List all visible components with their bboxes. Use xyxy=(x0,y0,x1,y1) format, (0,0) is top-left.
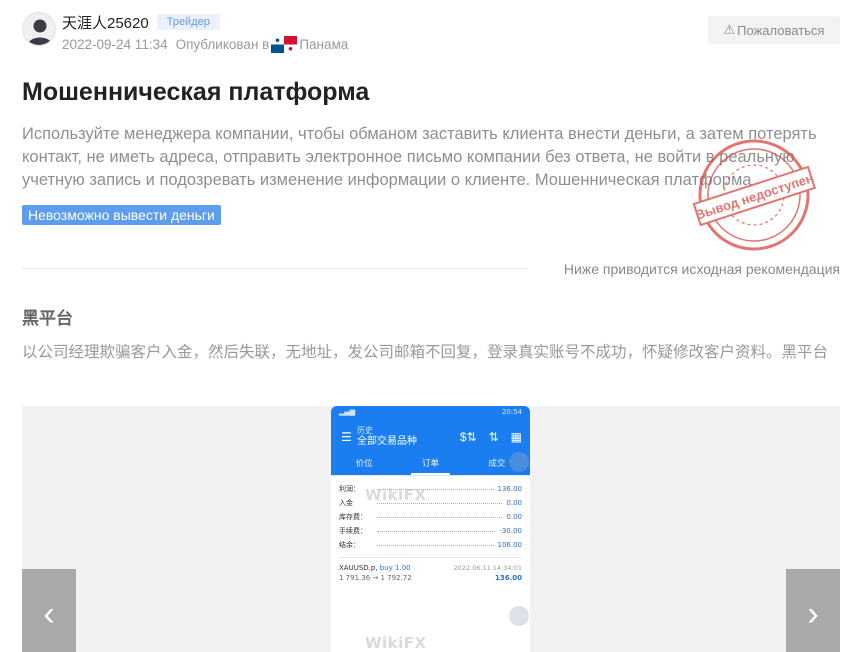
trade-profit: 136.00 xyxy=(494,574,522,582)
phone-title-main: 全部交易品种 xyxy=(357,436,417,447)
calendar-icon: ▦ xyxy=(510,430,522,444)
image-gallery[interactable]: ▂▄▆ 20:54 ☰ 历史 全部交易品种 $⇅ ⇅ ▦ 价位 订单 成交 利润… xyxy=(22,406,840,652)
watermark: WikiFX xyxy=(365,486,427,504)
trade-symbol: XAUUSD.p, xyxy=(339,564,378,572)
evidence-screenshot[interactable]: ▂▄▆ 20:54 ☰ 历史 全部交易品种 $⇅ ⇅ ▦ 价位 订单 成交 利润… xyxy=(331,406,530,652)
warning-icon: ⚠ xyxy=(723,22,736,37)
original-note: Ниже приводится исходная рекомендация xyxy=(563,261,840,277)
published-label: Опубликован в xyxy=(175,37,270,52)
report-button[interactable]: ⚠ Пожаловаться xyxy=(708,16,840,44)
summary-label: 手续费： xyxy=(339,527,367,535)
signal-icon: ▂▄▆ xyxy=(339,408,356,416)
role-badge: Трейдер xyxy=(156,14,220,30)
user-silhouette-icon xyxy=(28,19,52,45)
phone-app-bar: ☰ 历史 全部交易品种 $⇅ ⇅ ▦ xyxy=(331,418,530,452)
user-line: 天涯人25620 Трейдер xyxy=(62,12,220,32)
trade-side: buy 1.00 xyxy=(379,564,411,572)
chevron-left-icon: ‹ xyxy=(43,595,55,633)
original-body: 以公司经理欺骗客户入金，然后失联，无地址，发公司邮箱不回复，登录真实账号不成功，… xyxy=(22,344,829,361)
watermark: WikiFX xyxy=(365,634,427,652)
panama-flag-icon xyxy=(271,36,298,53)
phone-tabs: 价位 订单 成交 xyxy=(331,452,530,476)
exchange-icon: $⇅ xyxy=(459,430,477,444)
phone-status-bar: ▂▄▆ 20:54 xyxy=(331,406,530,418)
menu-icon: ☰ xyxy=(341,430,352,444)
watermark-logo-icon xyxy=(509,452,529,472)
avatar[interactable] xyxy=(22,12,56,46)
country-name: Панама xyxy=(299,37,349,52)
summary-label: 库存费： xyxy=(339,513,367,521)
post-header: 天涯人25620 Трейдер 2022-09-24 11:34 Опубли… xyxy=(22,12,840,58)
divider xyxy=(22,268,528,269)
summary-value: 0.00 xyxy=(506,499,522,507)
original-title: 黑平台 xyxy=(22,309,73,328)
summary-row: 库存费： 0.00 xyxy=(339,510,522,524)
summary-row: 结余： 106.00 xyxy=(339,538,522,552)
summary-value: 106.00 xyxy=(497,541,523,549)
post-meta: 2022-09-24 11:34 Опубликован в Панама xyxy=(62,36,348,53)
summary-value: 136.00 xyxy=(497,485,523,493)
trade-prices: 1 791.36 → 1 792.72 xyxy=(339,574,412,582)
phone-tab: 价位 xyxy=(355,458,373,468)
post-title: Мошенническая платформа xyxy=(22,78,370,106)
phone-time: 20:54 xyxy=(501,408,522,416)
post-date: 2022-09-24 11:34 xyxy=(62,37,168,52)
phone-summary: 利润： 136.00 入金 0.00 库存费： 0.00 手续费： -30.00… xyxy=(331,476,530,558)
phone-tab-active: 订单 xyxy=(397,452,463,475)
gallery-next-button[interactable]: › xyxy=(786,569,840,652)
summary-row: 手续费： -30.00 xyxy=(339,524,522,538)
username[interactable]: 天涯人25620 xyxy=(62,12,149,33)
trade-date: 2022.06.11 14:34:01 xyxy=(453,564,522,572)
gallery-prev-button[interactable]: ‹ xyxy=(22,569,76,652)
trade-entry: XAUUSD.p, buy 1.00 2022.06.11 14:34:01 1… xyxy=(331,562,530,584)
issue-tag: Невозможно вывести деньги xyxy=(22,205,221,225)
sort-icon: ⇅ xyxy=(488,430,499,444)
summary-value: 0.00 xyxy=(506,513,522,521)
withdrawal-unavailable-stamp: Вывод недоступен xyxy=(692,139,816,251)
summary-value: -30.00 xyxy=(499,527,522,535)
watermark-logo-icon xyxy=(509,606,529,626)
chevron-right-icon: › xyxy=(807,595,819,633)
phone-title-small: 历史 xyxy=(357,426,373,435)
report-label: Пожаловаться xyxy=(737,22,825,38)
summary-label: 结余： xyxy=(339,541,360,549)
